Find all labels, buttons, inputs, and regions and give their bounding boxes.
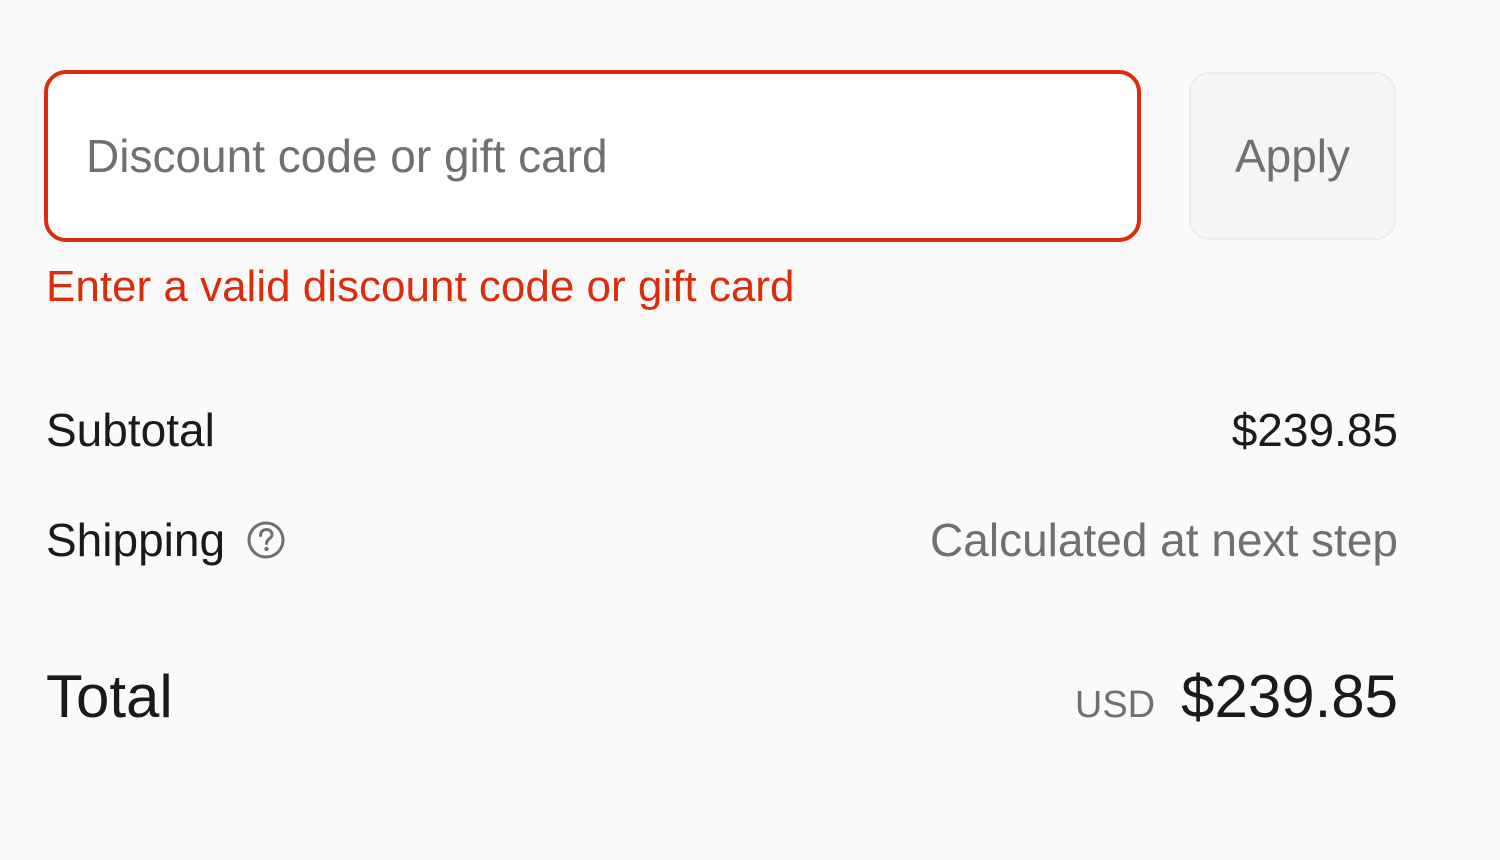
subtotal-label: Subtotal [46,404,215,456]
shipping-row: Shipping Calculated at next step [46,508,1398,572]
shipping-value: Calculated at next step [930,514,1398,566]
question-circle-icon[interactable] [245,519,287,561]
total-row: Total USD $239.85 [46,656,1398,736]
shipping-label-group: Shipping [46,513,287,567]
total-value-group: USD $239.85 [1075,662,1398,731]
total-label: Total [46,662,173,730]
discount-error-message: Enter a valid discount code or gift card [46,262,795,311]
discount-code-form: Apply [44,70,1396,242]
subtotal-row: Subtotal $239.85 [46,400,1398,460]
apply-button[interactable]: Apply [1189,72,1396,240]
currency-code: USD [1074,683,1156,726]
subtotal-value: $239.85 [1231,404,1398,456]
discount-code-input[interactable] [44,70,1141,242]
total-amount: $239.85 [1181,662,1398,730]
shipping-label: Shipping [46,514,226,566]
